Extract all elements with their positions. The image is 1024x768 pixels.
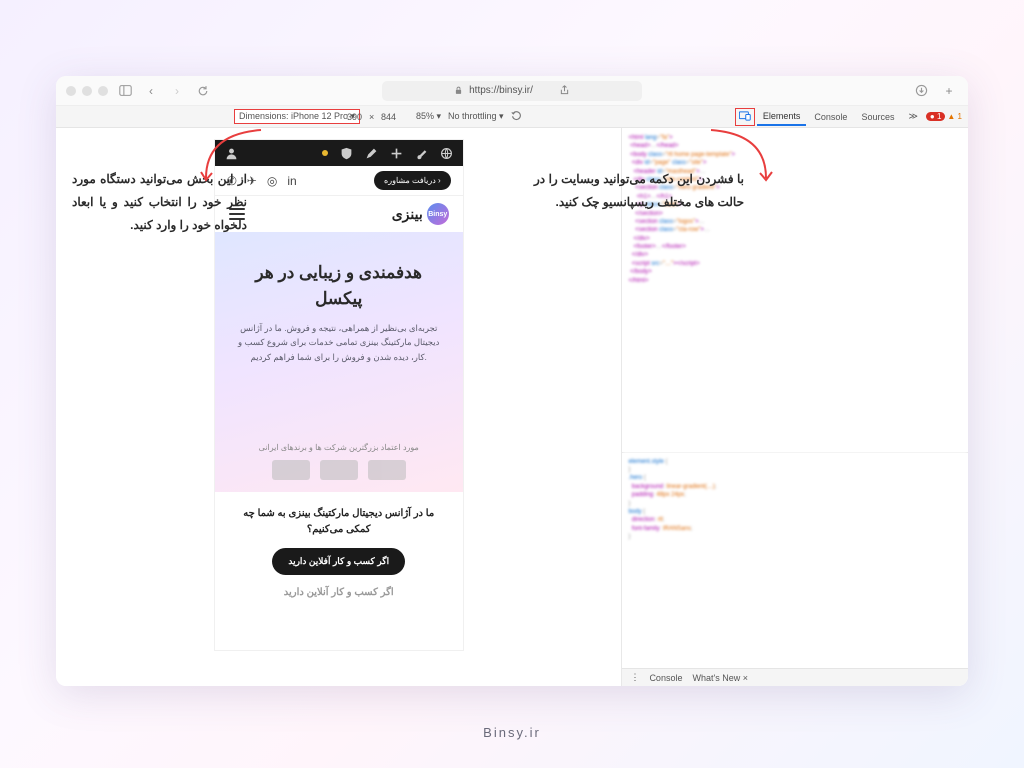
devtools-tabs: Elements Console Sources ≫ ● 1 ▲ 1 [735, 108, 962, 126]
reload-icon[interactable] [194, 82, 212, 100]
warning-count[interactable]: ▲ 1 [947, 112, 962, 121]
callout-right: با فشردن این دکمه می‌توانید وبسایت را در… [534, 168, 744, 214]
viewport-width[interactable]: 390 [347, 112, 362, 122]
pen-icon[interactable] [365, 147, 378, 160]
drawer-menu-icon[interactable]: ⋮ [630, 672, 639, 683]
linkedin-icon[interactable]: in [287, 174, 296, 188]
devtools-device-bar: Dimensions: iPhone 12 Pro ▾ 390 × 844 85… [56, 106, 968, 128]
throttling-dropdown[interactable]: No throttling ▾ [448, 111, 504, 122]
mobile-preview: ✆ ✈ ◎ in دریافت مشاوره › بینزی Binsy [215, 140, 463, 650]
brand-logo-icon: Binsy [427, 203, 449, 225]
user-icon[interactable] [225, 147, 238, 160]
globe-icon[interactable] [440, 147, 453, 160]
forward-icon[interactable]: › [168, 82, 186, 100]
lock-icon [454, 86, 463, 95]
client-logo [368, 460, 406, 480]
instagram-icon[interactable]: ◎ [267, 174, 277, 188]
mobile-social-row: ✆ ✈ ◎ in دریافت مشاوره › [215, 166, 463, 196]
device-toggle-button[interactable] [735, 108, 755, 126]
plus-icon[interactable] [390, 147, 403, 160]
share-icon[interactable] [559, 85, 570, 96]
client-logo [272, 460, 310, 480]
offline-business-button[interactable]: اگر کسب و کار آفلاین دارید [272, 548, 405, 575]
download-icon[interactable] [912, 82, 930, 100]
hero: هدفمندی و زیبایی در هر پیکسل تجربه‌ای بی… [215, 232, 463, 492]
online-heading: اگر کسب و کار آنلاین دارید [231, 587, 447, 598]
url-text: https://binsy.ir/ [469, 85, 533, 96]
sidebar-toggle-icon[interactable] [116, 82, 134, 100]
footer-brand: Binsy.ir [0, 725, 1024, 740]
brand-name: بینزی [392, 206, 423, 223]
tab-elements[interactable]: Elements [757, 108, 807, 126]
telegram-icon[interactable]: ✈ [247, 174, 257, 188]
mobile-header: بینزی Binsy [215, 196, 463, 232]
devtools-drawer-tabs: ⋮ Console What's New × [622, 668, 968, 686]
dimensions-dropdown[interactable]: Dimensions: iPhone 12 Pro ▾ [234, 109, 360, 124]
brand[interactable]: بینزی Binsy [392, 203, 449, 225]
tab-sources[interactable]: Sources [855, 109, 900, 125]
hero-title: هدفمندی و زیبایی در هر پیکسل [233, 260, 445, 311]
viewport-height[interactable]: 844 [381, 112, 396, 122]
zoom-dropdown[interactable]: 85% ▾ [416, 111, 441, 122]
url-bar[interactable]: https://binsy.ir/ [382, 81, 642, 101]
tabs-more-icon[interactable]: ≫ [902, 108, 923, 125]
back-icon[interactable]: ‹ [142, 82, 160, 100]
hero-below: ما در آژانس دیجیتال مارکتینگ بینزی به شم… [215, 492, 463, 612]
new-tab-icon[interactable]: + [940, 82, 958, 100]
client-logo [320, 460, 358, 480]
consult-button[interactable]: دریافت مشاوره › [374, 171, 451, 190]
hero-description: تجربه‌ای بی‌نظیر از همراهی، نتیجه و فروش… [233, 321, 445, 364]
tab-console[interactable]: Console [808, 109, 853, 125]
drawer-tab-console[interactable]: Console [649, 673, 682, 683]
shield-icon[interactable] [340, 147, 353, 160]
help-title: ما در آژانس دیجیتال مارکتینگ بینزی به شم… [231, 506, 447, 538]
dimension-separator: × [369, 112, 374, 122]
rotate-icon[interactable] [511, 110, 522, 123]
mobile-topbar [215, 140, 463, 166]
trusted-text: مورد اعتماد بزرگترین شرکت ها و برندهای ا… [233, 443, 445, 452]
browser-chrome-toolbar: ‹ › https://binsy.ir/ + [56, 76, 968, 106]
error-count[interactable]: ● 1 [926, 112, 946, 121]
traffic-lights[interactable] [66, 86, 108, 96]
status-dot-icon [322, 150, 328, 156]
callout-left: از این بخش می‌توانید دستگاه مورد نظر خود… [72, 168, 247, 236]
styles-pane[interactable]: element.style { } .hero { background: li… [622, 452, 968, 668]
drawer-tab-whatsnew[interactable]: What's New × [692, 673, 748, 683]
brush-icon[interactable] [415, 147, 428, 160]
client-logos [233, 460, 445, 480]
